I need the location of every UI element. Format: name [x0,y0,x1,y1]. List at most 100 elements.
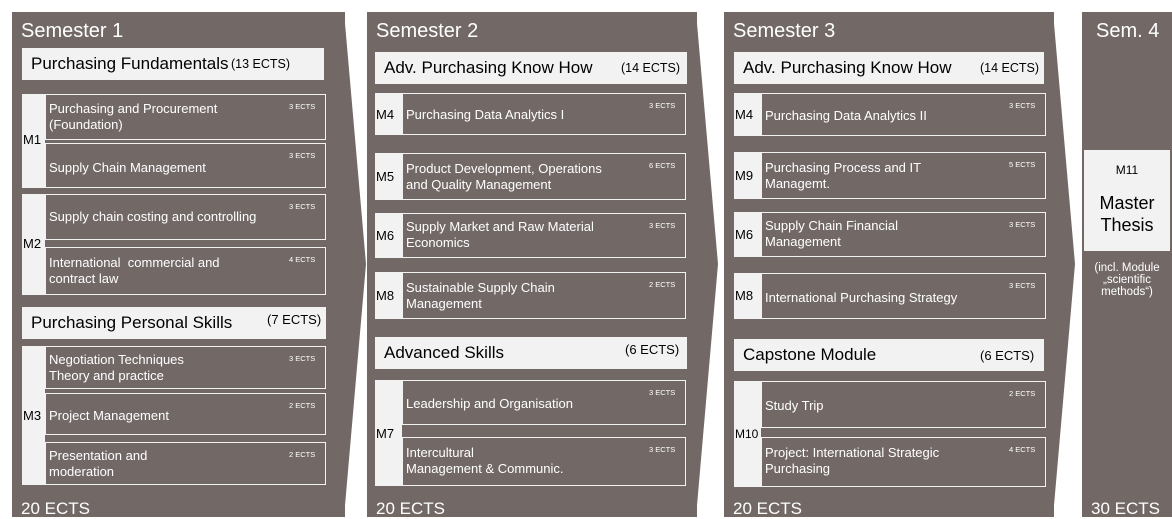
semester-1-arrow-tip [344,12,366,517]
module-group-header: Capstone Module (6 ECTS) [734,339,1044,371]
semester-ects-total: 20 ECTS [21,499,90,518]
course-ects: 3 ECTS [1009,101,1036,110]
course-ects: 3 ECTS [649,101,676,110]
semester-ects-total: 30 ECTS [1091,499,1160,518]
module-label: M6 [375,213,402,258]
course-box: Product Development, Operations and Qual… [402,153,686,200]
course-box: Project Management 2 ECTS [45,393,326,435]
module-label-text: M7 [376,426,395,441]
module-label: M4 [375,93,402,135]
course-box: Purchasing Process and IT Managemt. 5 EC… [761,152,1046,199]
semester-title: Semester 1 [21,20,124,42]
group-name: Adv. Purchasing Know How [743,58,952,77]
module-label-text: M4 [376,107,395,122]
course-box: International commercial and contract la… [45,247,326,295]
course-title: Product Development, Operations and Qual… [406,161,602,192]
course-title: Project: International Strategic Purchas… [765,445,940,476]
module-group-header: Advanced Skills (6 ECTS) [375,337,687,369]
course-ects: 3 ECTS [289,354,316,363]
module-group-header: Adv. Purchasing Know How (14 ECTS) [734,52,1044,84]
group-name: Capstone Module [743,345,877,364]
course-box: Presentation and moderation 2 ECTS [45,442,326,485]
course-title: International commercial and contract la… [49,255,220,286]
module-label-text: M9 [735,168,754,183]
module-label-text: M2 [23,236,42,251]
group-ects: (7 ECTS) [267,312,322,327]
course-title: Project Management [49,408,169,423]
course-ects: 4 ECTS [1009,445,1036,454]
semester-ects-total: 20 ECTS [733,499,802,518]
course-title: Presentation and moderation [49,448,148,479]
course-title: Sustainable Supply Chain Management [406,280,555,311]
semester-4-panel: Sem. 4 M11 Master Thesis (incl. Module „… [1082,12,1172,518]
module-group-header: Adv. Purchasing Know How (14 ECTS) [375,52,687,84]
module-label: M9 [734,152,761,199]
semester-title: Semester 2 [376,20,479,42]
semester-title: Semester 3 [733,20,836,42]
course-box: Leadership and Organisation 3 ECTS [402,380,686,425]
course-ects: 3 ECTS [1009,281,1036,290]
module-label-text: M5 [376,169,395,184]
thesis-title: Master Thesis [1099,193,1155,235]
group-ects: (6 ECTS) [980,348,1035,363]
group-ects: (14 ECTS) [621,61,681,75]
group-name: Purchasing Personal Skills [31,313,233,332]
course-ects: 3 ECTS [649,388,676,397]
course-title: Leadership and Organisation [406,396,573,411]
group-name: Purchasing Fundamentals [31,54,229,73]
course-box: Project: International Strategic Purchas… [761,437,1046,487]
course-ects: 5 ECTS [1009,160,1036,169]
module-label: M2 [22,194,45,295]
module-label-text: M6 [735,227,754,242]
course-ects: 6 ECTS [649,161,676,170]
course-title: Purchasing Data Analytics II [765,108,927,123]
module-label: M1 [22,94,45,188]
course-box: Supply chain costing and controlling 3 E… [45,194,326,240]
course-title: Negotiation Techniques Theory and practi… [49,352,184,383]
group-name: Advanced Skills [384,343,505,362]
module-label: M8 [375,272,402,319]
course-title: Study Trip [765,398,824,413]
module-label: M4 [734,93,761,136]
thesis-box: M11 Master Thesis [1084,150,1170,251]
group-name: Adv. Purchasing Know How [384,58,593,77]
semester-3-panel: Semester 3 Adv. Purchasing Know How (14 … [724,12,1054,518]
thesis-label: M11 [1115,163,1139,177]
course-ects: 3 ECTS [289,102,316,111]
course-box: Negotiation Techniques Theory and practi… [45,346,326,389]
course-title: Supply Market and Raw Material Economics [406,219,594,250]
module-label-text: M3 [23,408,42,423]
course-ects: 2 ECTS [289,401,316,410]
course-box: Sustainable Supply Chain Management 2 EC… [402,272,686,319]
module-label-text: M4 [735,107,754,122]
course-ects: 3 ECTS [289,202,316,211]
module-label: M10 [734,381,761,487]
module-group-header: Purchasing Personal Skills (7 ECTS) [22,307,326,339]
course-box: Purchasing and Procurement (Foundation) … [45,94,326,140]
course-box: Purchasing Data Analytics I 3 ECTS [402,93,686,135]
course-title: International Purchasing Strategy [765,290,958,305]
semester-2-arrow-tip [696,12,718,517]
course-box: Supply Chain Financial Management 3 ECTS [761,212,1046,257]
course-box: Intercultural Management & Communic. 3 E… [402,437,686,486]
module-label: M8 [734,273,761,319]
course-title: Purchasing Data Analytics I [406,107,565,122]
course-ects: 3 ECTS [289,151,316,160]
module-label-text: M6 [376,228,395,243]
semester-3-arrow-tip [1053,12,1075,517]
semester-2-panel: Semester 2 Adv. Purchasing Know How (14 … [367,12,697,518]
semester-1-panel: Semester 1 Purchasing Fundamentals (13 E… [12,12,345,518]
course-box: Supply Market and Raw Material Economics… [402,213,686,258]
course-title: Purchasing and Procurement (Foundation) [49,101,218,132]
course-box: Purchasing Data Analytics II 3 ECTS [761,93,1046,136]
course-ects: 3 ECTS [1009,220,1036,229]
course-title: Supply Chain Financial Management [765,218,898,249]
course-box: Study Trip 2 ECTS [761,381,1046,428]
group-ects: (13 ECTS) [231,57,291,71]
module-label-text: M8 [376,288,395,303]
module-label-text: M1 [23,132,42,147]
course-box: International Purchasing Strategy 3 ECTS [761,273,1046,319]
course-ects: 3 ECTS [649,445,676,454]
thesis-note: (incl. Module „scientific methods“) [1094,262,1160,298]
module-label: M7 [375,380,402,486]
